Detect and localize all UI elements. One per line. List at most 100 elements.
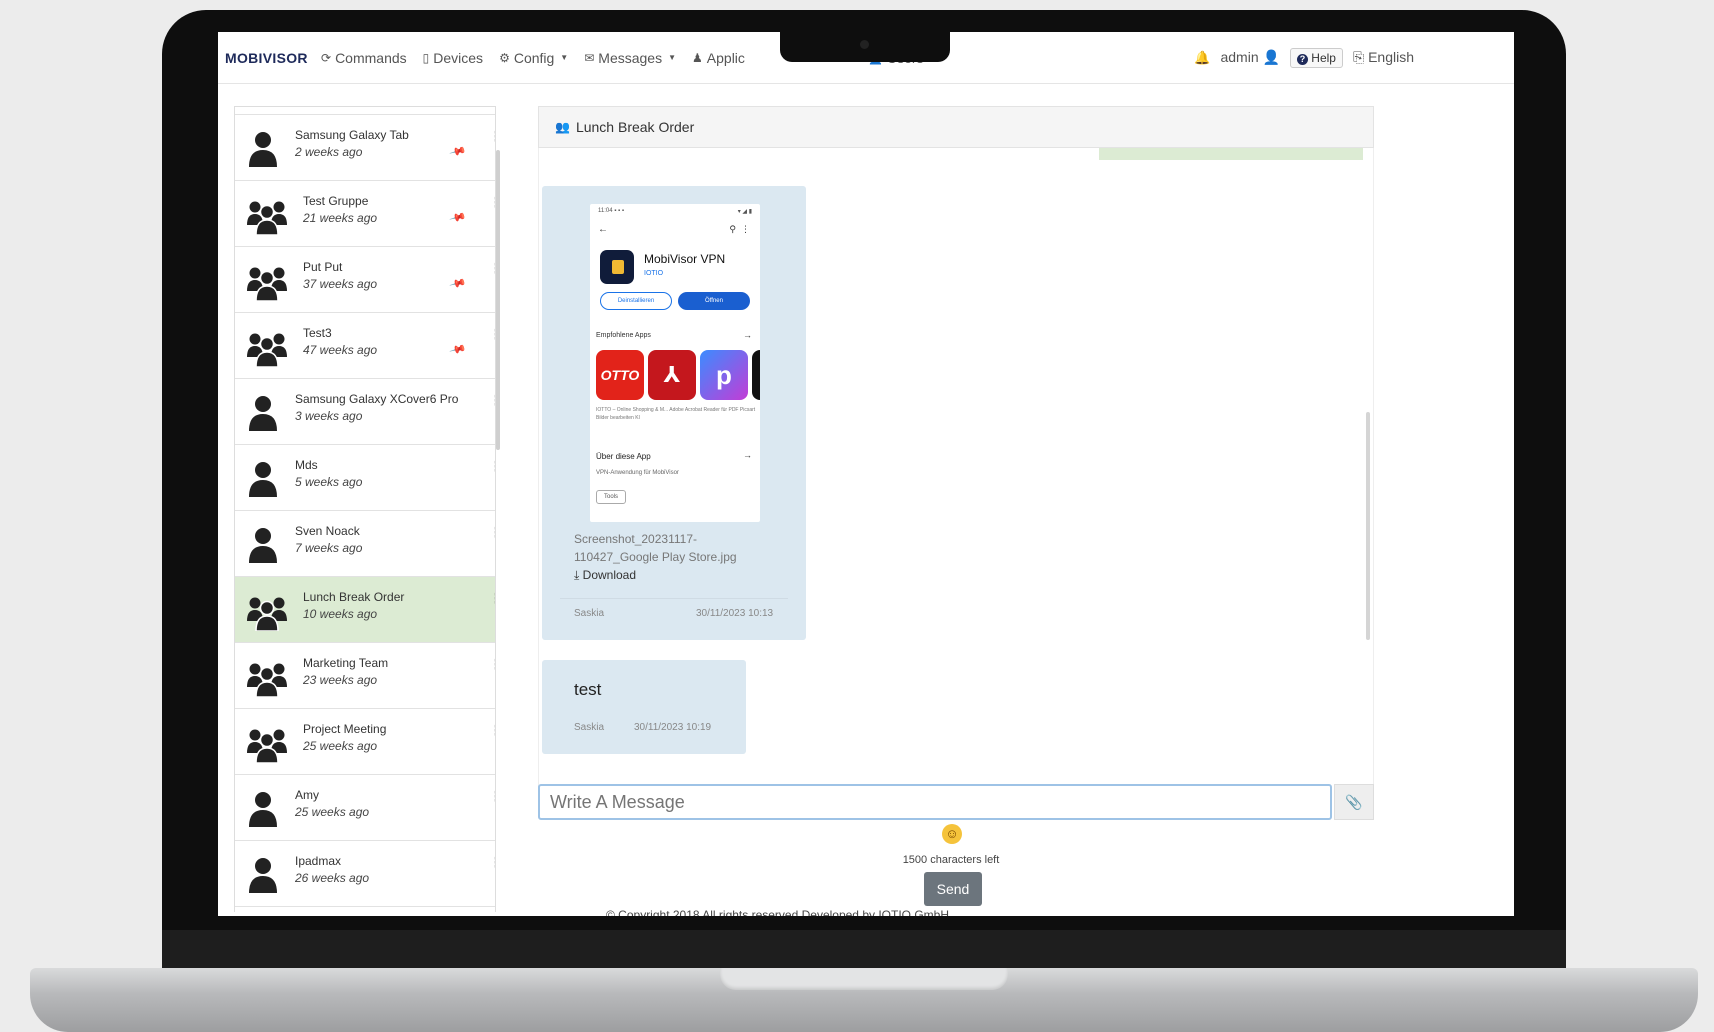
status-bar-right: ▾ ◢ ▮ bbox=[737, 209, 752, 215]
more-options-icon[interactable]: ⋮ bbox=[489, 855, 495, 869]
pin-icon[interactable]: 📌 bbox=[449, 208, 467, 226]
admin-menu[interactable]: admin 👤 bbox=[1220, 49, 1279, 66]
conversation-name: Mds bbox=[295, 458, 318, 472]
conversation-item[interactable]: Marketing Team 23 weeks ago ⋮ bbox=[235, 643, 495, 709]
pin-icon[interactable]: 📌 bbox=[449, 340, 467, 358]
preview-about-desc: VPN-Anwendung für MobiVisor bbox=[596, 470, 679, 476]
conversation-name: Put Put bbox=[303, 260, 343, 274]
brand-logo[interactable]: MOBIVISOR bbox=[225, 50, 321, 66]
more-options-icon[interactable]: ⋮ bbox=[489, 723, 495, 737]
conversation-texts: Samsung Galaxy XCover6 Pro 3 weeks ago bbox=[295, 391, 458, 425]
bell-icon[interactable]: 🔔 bbox=[1194, 50, 1210, 66]
conversation-item[interactable]: Project Meeting 25 weeks ago ⋮ bbox=[235, 709, 495, 775]
conversation-item[interactable]: Sven Noack 7 weeks ago ⋮ bbox=[235, 511, 495, 577]
more-options-icon[interactable]: ⋮ bbox=[489, 261, 495, 275]
language-selector[interactable]: ⎘ English bbox=[1353, 49, 1414, 66]
nav-devices[interactable]: ▯ Devices bbox=[423, 50, 483, 66]
paperclip-icon[interactable]: 📎 bbox=[1334, 784, 1374, 820]
emoji-picker-icon[interactable]: ☺ bbox=[942, 824, 962, 844]
more-options-icon[interactable]: ⋮ bbox=[489, 327, 495, 341]
more-options-icon[interactable]: ⋮ bbox=[489, 459, 495, 473]
conversation-item[interactable]: Put Put 37 weeks ago 📌 ⋮ bbox=[235, 247, 495, 313]
conversation-texts: Put Put 37 weeks ago bbox=[303, 259, 377, 293]
conversation-item[interactable]: Ipadmax 26 weeks ago ⋮ bbox=[235, 841, 495, 907]
conversation-texts: Test Gruppe 21 weeks ago bbox=[303, 193, 377, 227]
more-options-icon[interactable]: ⋮ bbox=[489, 195, 495, 209]
nav-commands[interactable]: ⟳ Commands bbox=[321, 50, 407, 66]
more-options-icon[interactable]: ⋮ bbox=[489, 657, 495, 671]
download-link[interactable]: ⤓ Download bbox=[574, 568, 636, 583]
conversation-texts: Sven Noack 7 weeks ago bbox=[295, 523, 362, 557]
group-avatar-icon bbox=[247, 729, 287, 763]
conversation-item[interactable]: Amy 25 weeks ago ⋮ bbox=[235, 775, 495, 841]
preview-uninstall: Deinstallieren bbox=[600, 292, 672, 310]
admin-label: admin bbox=[1220, 49, 1259, 65]
preview-about: Über diese App bbox=[596, 452, 651, 461]
question-icon: ? bbox=[1296, 53, 1308, 65]
cropped-app-tile bbox=[752, 350, 760, 400]
characters-left: 1500 characters left bbox=[902, 854, 1000, 866]
message-sender: Saskia bbox=[574, 608, 605, 619]
message-text: test bbox=[574, 680, 602, 699]
image-message: 11:04 ▪ ▪ ▪ ▾ ◢ ▮ ← ⚲ ⋮ MobiVisor VPN IO… bbox=[542, 186, 806, 640]
conversation-name: Ipadmax bbox=[295, 854, 342, 868]
outgoing-message-edge bbox=[1099, 148, 1363, 160]
conversation-item[interactable]: Test3 47 weeks ago 📌 ⋮ bbox=[235, 313, 495, 379]
envelope-icon: ✉ bbox=[584, 50, 595, 65]
chat-scrollbar[interactable] bbox=[1366, 412, 1370, 640]
attachment-file-name: Screenshot_20231117-110427_Google Play S… bbox=[574, 532, 737, 564]
preview-recommended: Empfohlene Apps bbox=[596, 332, 651, 339]
more-options-icon[interactable]: ⋮ bbox=[489, 789, 495, 803]
app-icon: ♟ bbox=[692, 50, 703, 65]
conversation-time: 47 weeks ago bbox=[303, 343, 378, 357]
nav-applications-label: Applic bbox=[706, 49, 745, 66]
sidebar-scrollbar[interactable] bbox=[496, 150, 500, 450]
conversation-item[interactable]: Lunch Break Order 10 weeks ago ⋮ bbox=[235, 577, 495, 643]
arrow-right-icon: → bbox=[743, 450, 752, 460]
nav-config[interactable]: ⚙ Config ▼ bbox=[499, 50, 568, 66]
pin-icon[interactable]: 📌 bbox=[449, 142, 467, 160]
more-options-icon[interactable]: ⋮ bbox=[489, 129, 495, 143]
preview-developer: IOTIO bbox=[644, 270, 664, 277]
conversation-texts: Lunch Break Order 10 weeks ago bbox=[303, 589, 404, 623]
help-button[interactable]: ? Help bbox=[1289, 47, 1343, 68]
phone-icon: ▯ bbox=[422, 50, 430, 65]
more-options-icon[interactable]: ⋮ bbox=[489, 591, 495, 605]
more-options-icon[interactable]: ⋮ bbox=[489, 393, 495, 407]
help-label: Help bbox=[1311, 50, 1336, 65]
otto-app-tile: OTTO bbox=[596, 350, 644, 400]
nav-devices-label: Devices bbox=[433, 49, 484, 66]
message-input[interactable] bbox=[538, 784, 1332, 820]
picsart-app-tile: p bbox=[700, 350, 748, 400]
app-screen: MOBIVISOR ⟳ Commands ▯ Devices ⚙ Config … bbox=[218, 32, 1514, 916]
attachment-image[interactable]: 11:04 ▪ ▪ ▪ ▾ ◢ ▮ ← ⚲ ⋮ MobiVisor VPN IO… bbox=[590, 204, 760, 522]
conversation-texts: Project Meeting 25 weeks ago bbox=[303, 721, 386, 755]
chat-header: 👥 Lunch Break Order bbox=[538, 106, 1374, 148]
conversation-item[interactable]: Samsung Galaxy Tab 2 weeks ago 📌 ⋮ bbox=[235, 115, 495, 181]
nav-messages[interactable]: ✉ Messages ▼ bbox=[584, 50, 676, 66]
camera-icon bbox=[860, 40, 869, 49]
conversation-items: Samsung Galaxy Tab2 weeks ago📌⋮Test Grup… bbox=[235, 115, 495, 907]
pin-icon[interactable]: 📌 bbox=[449, 274, 467, 292]
conversation-item[interactable]: Mds 5 weeks ago ⋮ bbox=[235, 445, 495, 511]
conversation-name: Samsung Galaxy Tab bbox=[295, 128, 409, 142]
laptop-chin bbox=[162, 930, 1566, 970]
user-avatar-icon bbox=[249, 528, 277, 563]
app-icon bbox=[600, 250, 634, 284]
user-avatar-icon bbox=[249, 462, 277, 497]
conversation-texts: Marketing Team 23 weeks ago bbox=[303, 655, 388, 689]
conversation-item[interactable]: Samsung Galaxy XCover6 Pro 3 weeks ago ⋮ bbox=[235, 379, 495, 445]
arrow-right-icon: → bbox=[743, 330, 752, 340]
conversation-item[interactable]: Test Gruppe 21 weeks ago 📌 ⋮ bbox=[235, 181, 495, 247]
conversation-name: Test Gruppe bbox=[303, 194, 369, 208]
more-options-icon[interactable]: ⋮ bbox=[489, 525, 495, 539]
preview-open: Öffnen bbox=[678, 292, 750, 310]
status-bar-left: 11:04 ▪ ▪ ▪ bbox=[598, 208, 624, 214]
search-icon: ⚲ ⋮ bbox=[729, 224, 750, 234]
send-button[interactable]: Send bbox=[924, 872, 982, 906]
nav-right-group: 🔔 admin 👤 ? Help ⎘ English bbox=[1194, 47, 1414, 68]
nav-config-label: Config bbox=[513, 49, 555, 66]
conversation-texts: Test3 47 weeks ago bbox=[303, 325, 377, 359]
group-avatar-icon bbox=[247, 597, 287, 631]
language-label: English bbox=[1368, 49, 1414, 65]
